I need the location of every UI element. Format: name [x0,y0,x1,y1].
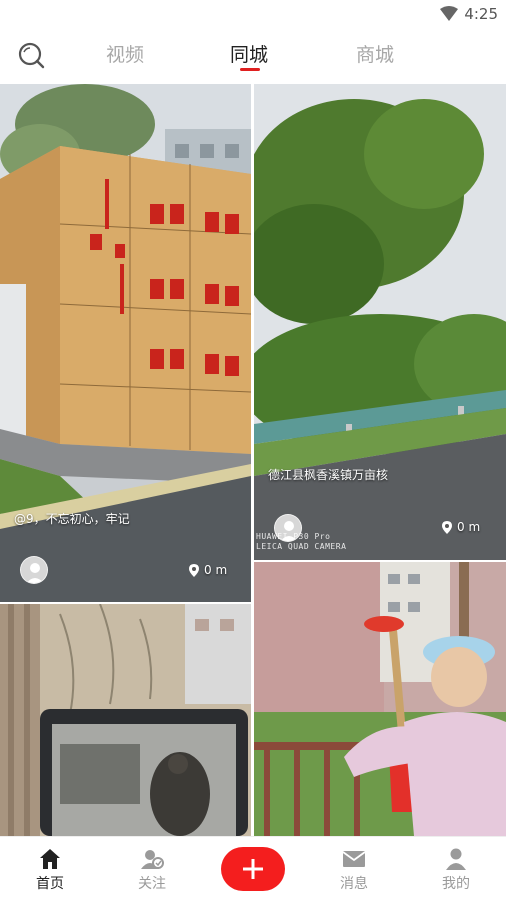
distance-label: 0 m [442,520,480,534]
plus-icon [243,859,263,879]
card-caption: 德江县枫香溪镇万亩核 [268,468,389,482]
nav-label: 我的 [442,876,470,892]
nav-label: 关注 [138,876,166,892]
avatar[interactable] [20,556,48,584]
nav-label: 首页 [36,876,64,892]
tab-local[interactable]: 同城 [230,40,268,67]
wifi-icon [440,6,458,21]
status-time: 4:25 [464,5,498,23]
home-icon [40,849,60,869]
nav-follow[interactable]: 关注 [117,847,187,893]
active-tab-indicator [240,68,260,71]
camera-watermark: HUAWEI P30 Pro LEICA QUAD CAMERA [256,532,346,552]
watermark-line: HUAWEI P30 Pro [256,532,331,541]
publish-button[interactable] [221,847,285,891]
card-thumbnail [0,604,251,836]
mail-icon [342,851,366,867]
status-bar: 4:25 [0,0,506,28]
distance-value: 0 m [457,520,481,534]
watermark-line: LEICA QUAD CAMERA [256,542,347,551]
bottom-nav: 首页 关注 消息 我的 [0,836,506,900]
top-nav: 视频 同城 商城 [0,28,506,84]
nav-home[interactable]: 首页 [15,847,85,893]
tab-mall[interactable]: 商城 [356,40,394,67]
location-pin-icon [442,520,452,534]
card-caption: @9，不忘初心，牢记 [14,512,130,526]
tab-video[interactable]: 视频 [106,40,144,67]
nav-label: 消息 [340,876,368,892]
feed-card[interactable] [254,562,506,836]
location-pin-icon [189,563,199,577]
feed-tabs: 视频 同城 商城 [0,28,506,84]
follow-icon [141,850,164,869]
feed-card[interactable]: 德江县枫香溪镇万亩核 HUAWEI P30 Pro LEICA QUAD CAM… [254,84,506,560]
nav-messages[interactable]: 消息 [319,847,389,893]
card-thumbnail [254,562,506,836]
feed-card[interactable]: @9，不忘初心，牢记 0 m [0,84,251,602]
nav-me[interactable]: 我的 [421,847,491,893]
distance-value: 0 m [204,563,228,577]
feed-card[interactable] [0,604,251,836]
card-thumbnail [254,84,506,560]
person-icon [446,848,466,870]
distance-label: 0 m [189,563,227,577]
feed-grid: @9，不忘初心，牢记 0 m 德江县枫香溪镇万亩核 HUAWEI P30 Pro… [0,84,506,836]
